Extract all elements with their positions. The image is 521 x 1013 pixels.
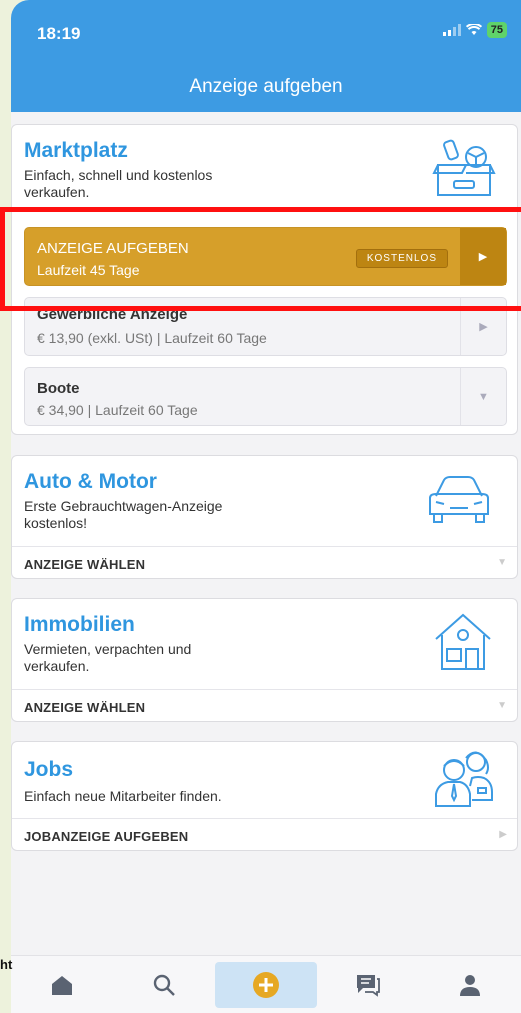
people-icon: [435, 751, 493, 807]
chevron-down-icon[interactable]: ▼: [460, 368, 506, 425]
jobs-action-label: JOBANZEIGE AUFGEBEN: [24, 829, 189, 844]
highlight-box: [0, 207, 521, 311]
signal-icon: [442, 24, 461, 36]
messages-icon: [357, 975, 380, 997]
chevron-down-icon: ▼: [497, 557, 507, 568]
phone-screen: 18:19 75 Anzeige aufgeben Marktplatz Ein…: [11, 0, 521, 1013]
immobilien-title: Immobilien: [24, 613, 135, 636]
jobs-title: Jobs: [24, 758, 74, 781]
auto-title: Auto & Motor: [24, 470, 157, 493]
auto-action-label: ANZEIGE WÄHLEN: [24, 557, 146, 572]
jobs-action-row[interactable]: JOBANZEIGE AUFGEBEN ▶: [12, 818, 517, 852]
status-time: 18:19: [37, 24, 81, 43]
tab-messages[interactable]: [317, 962, 419, 1008]
immobilien-action-label: ANZEIGE WÄHLEN: [24, 700, 146, 715]
option-subtitle: € 34,90 | Laufzeit 60 Tage: [37, 402, 198, 418]
box-icon: [432, 139, 496, 196]
immobilien-action-row[interactable]: ANZEIGE WÄHLEN ▼: [12, 689, 517, 723]
tab-search[interactable]: [113, 962, 215, 1008]
search-icon: [153, 974, 175, 996]
tab-add[interactable]: [215, 962, 317, 1008]
tab-profile[interactable]: [419, 962, 521, 1008]
jobs-card: Jobs Einfach neue Mitarbeiter finden. JO…: [11, 741, 518, 851]
immobilien-subtitle-2: verkaufen.: [24, 658, 90, 674]
option-subtitle: € 13,90 (exkl. USt) | Laufzeit 60 Tage: [37, 330, 267, 346]
top-bar: 18:19 75 Anzeige aufgeben: [11, 0, 521, 112]
status-indicators: 75: [442, 22, 507, 38]
auto-card: Auto & Motor Erste Gebrauchtwagen-Anzeig…: [11, 455, 518, 579]
marktplatz-title: Marktplatz: [24, 139, 128, 162]
add-icon: [253, 972, 279, 998]
tab-bar: [11, 955, 521, 1013]
wifi-icon: [465, 24, 482, 35]
option-boote[interactable]: Boote € 34,90 | Laufzeit 60 Tage ▼: [24, 367, 507, 426]
auto-subtitle-2: kostenlos!: [24, 515, 88, 531]
chevron-right-icon: ▶: [499, 829, 507, 840]
jobs-subtitle-1: Einfach neue Mitarbeiter finden.: [24, 788, 222, 804]
tab-home[interactable]: [11, 962, 113, 1008]
immobilien-subtitle-1: Vermieten, verpachten und: [24, 641, 192, 657]
option-title: Boote: [37, 380, 80, 397]
profile-icon: [460, 975, 480, 996]
immobilien-card: Immobilien Vermieten, verpachten und ver…: [11, 598, 518, 722]
auto-subtitle-1: Erste Gebrauchtwagen-Anzeige: [24, 498, 223, 514]
battery-indicator: 75: [486, 22, 507, 38]
home-icon: [52, 976, 72, 995]
page-title: Anzeige aufgeben: [189, 76, 343, 97]
auto-action-row[interactable]: ANZEIGE WÄHLEN ▼: [12, 546, 517, 580]
marktplatz-subtitle-2: verkaufen.: [24, 184, 90, 200]
house-icon: [435, 613, 491, 670]
chevron-down-icon: ▼: [497, 700, 507, 711]
marktplatz-subtitle-1: Einfach, schnell und kostenlos: [24, 167, 213, 183]
cutoff-text: ht: [0, 957, 13, 972]
car-icon: [429, 476, 489, 523]
